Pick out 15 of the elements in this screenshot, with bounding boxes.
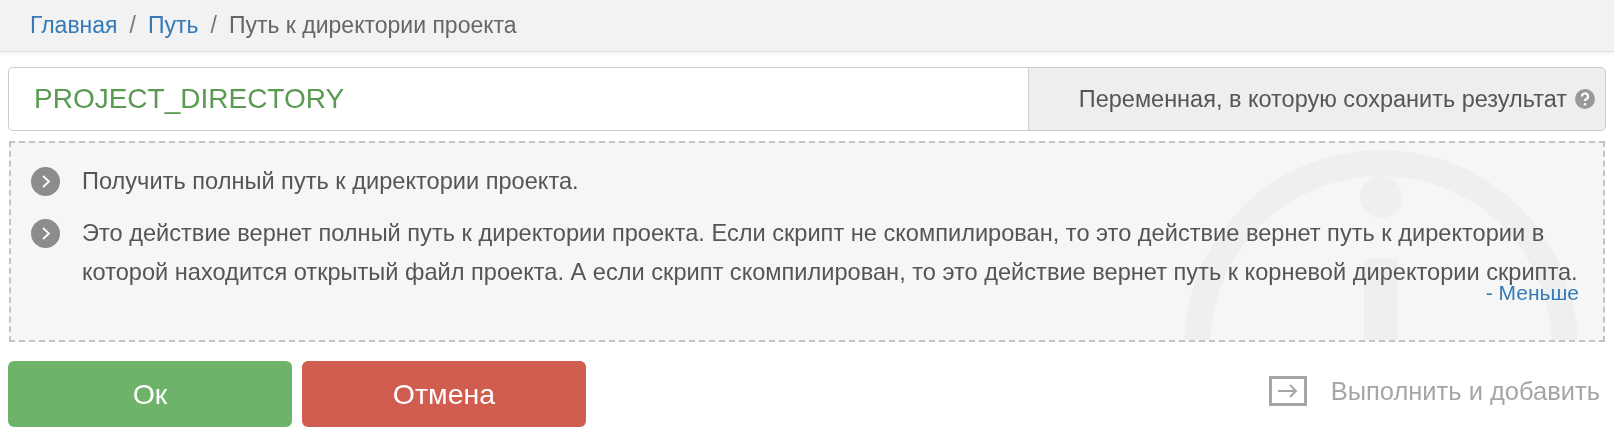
- breadcrumb-separator: /: [129, 12, 136, 39]
- ok-button[interactable]: Ок: [8, 361, 292, 427]
- breadcrumb-separator: /: [210, 12, 217, 39]
- arrow-box-icon: [1268, 376, 1307, 406]
- cancel-button[interactable]: Отмена: [302, 361, 586, 427]
- chevron-icon: [31, 167, 60, 196]
- breadcrumb-current: Путь к директории проекта: [228, 12, 517, 39]
- variable-input[interactable]: PROJECT_DIRECTORY: [8, 67, 1028, 131]
- addon-label: Переменная, в которую сохранить результат: [1078, 85, 1567, 113]
- description-text: Это действие вернет полный путь к директории проекта. Если скрипт не скомпилирован, то это действие вернет путь к директории в которой находится открытый файл проекта. А если скрипт скомпилирован, то это действие вернет путь к корневой директории скрипта.: [82, 219, 1579, 286]
- breadcrumb-link[interactable]: Главная: [30, 12, 118, 39]
- chevron-icon: [31, 219, 60, 248]
- breadcrumb-link[interactable]: Путь: [147, 12, 199, 39]
- help-icon[interactable]: [1575, 89, 1595, 109]
- description-text: Получить полный путь к директории проекта.: [82, 167, 579, 196]
